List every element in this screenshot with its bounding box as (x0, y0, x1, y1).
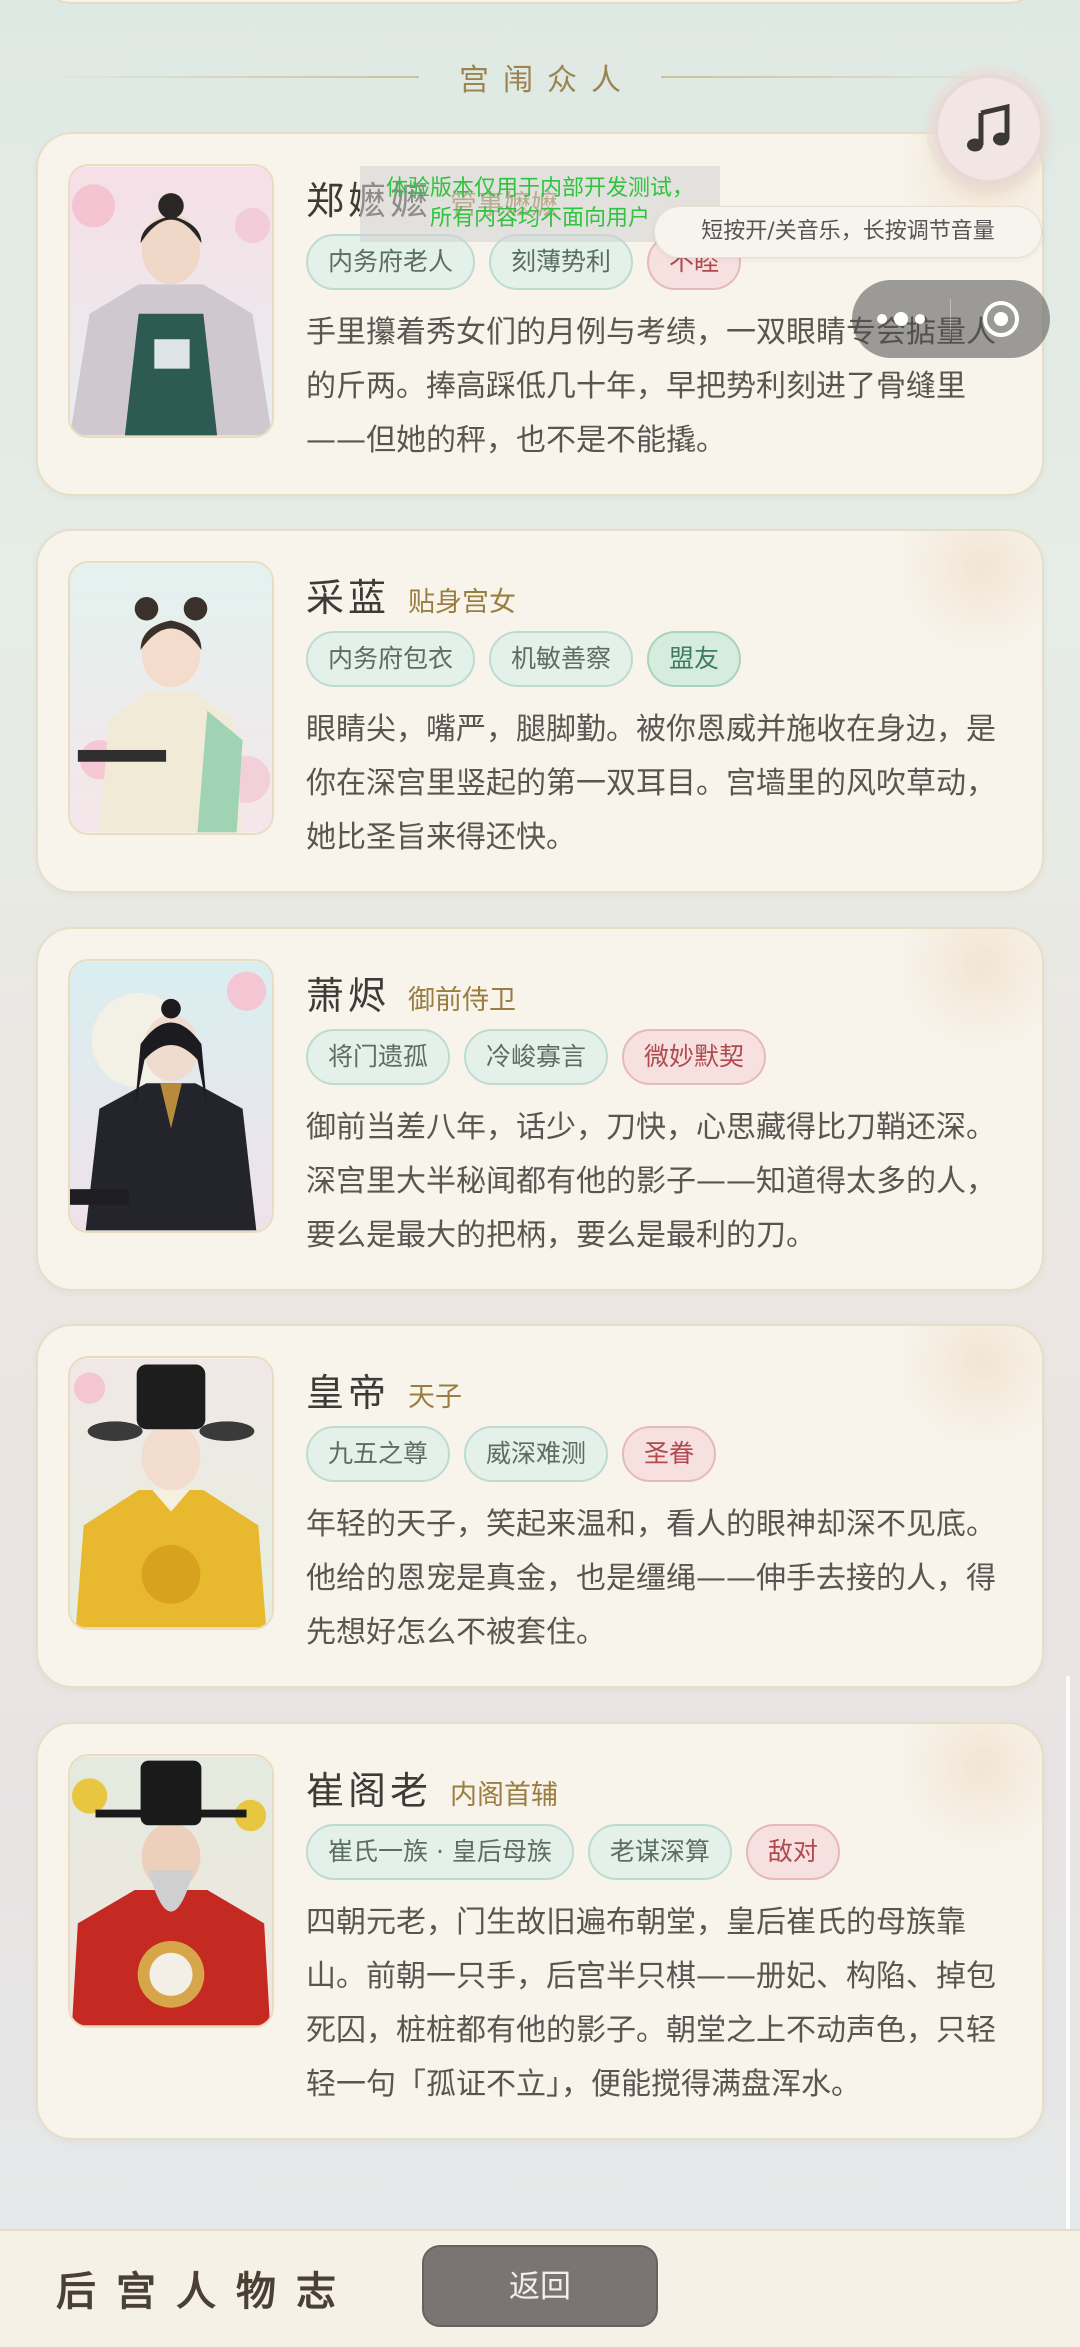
mini-program-capsule (852, 280, 1050, 358)
trait-tag: 九五之尊 (306, 1426, 451, 1482)
section-header: 宫闱众人 (0, 52, 1080, 102)
relation-tag: 微妙默契 (622, 1029, 767, 1085)
trait-tag: 刻薄势利 (489, 234, 634, 290)
character-name: 皇帝 (306, 1371, 391, 1415)
relation-tag: 盟友 (647, 631, 742, 687)
divider-line (39, 76, 419, 78)
character-description: 御前当差八年，话少，刀快，心思藏得比刀鞘还深。深宫里大半秘闻都有他的影子——知道… (306, 1110, 996, 1253)
character-description: 年轻的天子，笑起来温和，看人的眼神却深不见底。他给的恩宠是真金，也是缰绳——伸手… (306, 1507, 996, 1650)
imperial-guard-portrait (68, 959, 274, 1233)
character-card[interactable]: 采蓝 贴身宫女 内务府包衣 机敏善察 盟友 眼睛尖，嘴严，腿脚勤。被你恩威并施收… (36, 529, 1044, 893)
character-name: 萧烬 (306, 974, 391, 1018)
character-role: 贴身宫女 (408, 587, 517, 618)
scrollbar[interactable] (1066, 1676, 1070, 2236)
more-dots-icon[interactable] (852, 312, 950, 326)
footer-title: 后宫人物志 (56, 2268, 356, 2315)
character-card[interactable]: 崔阁老 内阁首辅 崔氏一族 · 皇后母族 老谋深算 敌对 四朝元老，门生故旧遍布… (36, 1722, 1044, 2140)
trait-tag: 老谋深算 (587, 1824, 732, 1880)
trait-tag: 威深难测 (464, 1426, 609, 1482)
trait-tag: 崔氏一族 · 皇后母族 (306, 1824, 574, 1880)
trait-tag: 机敏善察 (489, 631, 634, 687)
grand-secretary-portrait (68, 1754, 274, 2028)
trait-tag: 冷峻寡言 (464, 1029, 609, 1085)
elderly-court-matron-portrait (68, 164, 274, 438)
close-target-icon[interactable] (951, 299, 1050, 339)
trait-tag: 内务府包衣 (306, 631, 476, 687)
bottom-bar: 后宫人物志 返回 (0, 2229, 1080, 2347)
trait-tag: 内务府老人 (306, 234, 476, 290)
watermark-line: 体验版本仅用于内部开发测试， (385, 176, 694, 201)
character-role: 御前侍卫 (408, 985, 517, 1016)
relation-tag: 敌对 (745, 1824, 840, 1880)
emperor-portrait (68, 1356, 274, 1630)
music-tooltip: 短按开/关音乐，长按调节音量 (654, 206, 1042, 258)
character-role: 天子 (408, 1382, 463, 1413)
relation-tag: 圣眷 (622, 1426, 717, 1482)
trait-tag: 将门遗孤 (306, 1029, 451, 1085)
character-description: 四朝元老，门生故旧遍布朝堂，皇后崔氏的母族靠山。前朝一只手，后宫半只棋——册妃、… (306, 1905, 996, 2102)
back-button[interactable]: 返回 (422, 2245, 658, 2327)
character-name: 崔阁老 (306, 1769, 433, 1813)
previous-card-edge (36, 0, 1044, 4)
character-card[interactable]: 萧烬 御前侍卫 将门遗孤 冷峻寡言 微妙默契 御前当差八年，话少，刀快，心思藏得… (36, 927, 1044, 1291)
palace-maid-portrait (68, 561, 274, 835)
character-description: 眼睛尖，嘴严，腿脚勤。被你恩威并施收在身边，是你在深宫里竖起的第一双耳目。宫墙里… (306, 712, 996, 855)
character-role: 内阁首辅 (450, 1780, 559, 1811)
character-name: 采蓝 (306, 576, 391, 620)
music-note-icon (967, 103, 1010, 152)
music-button[interactable] (934, 74, 1044, 184)
section-title: 宫闱众人 (459, 63, 635, 98)
character-card[interactable]: 皇帝 天子 九五之尊 威深难测 圣眷 年轻的天子，笑起来温和，看人的眼神却深不见… (36, 1324, 1044, 1688)
